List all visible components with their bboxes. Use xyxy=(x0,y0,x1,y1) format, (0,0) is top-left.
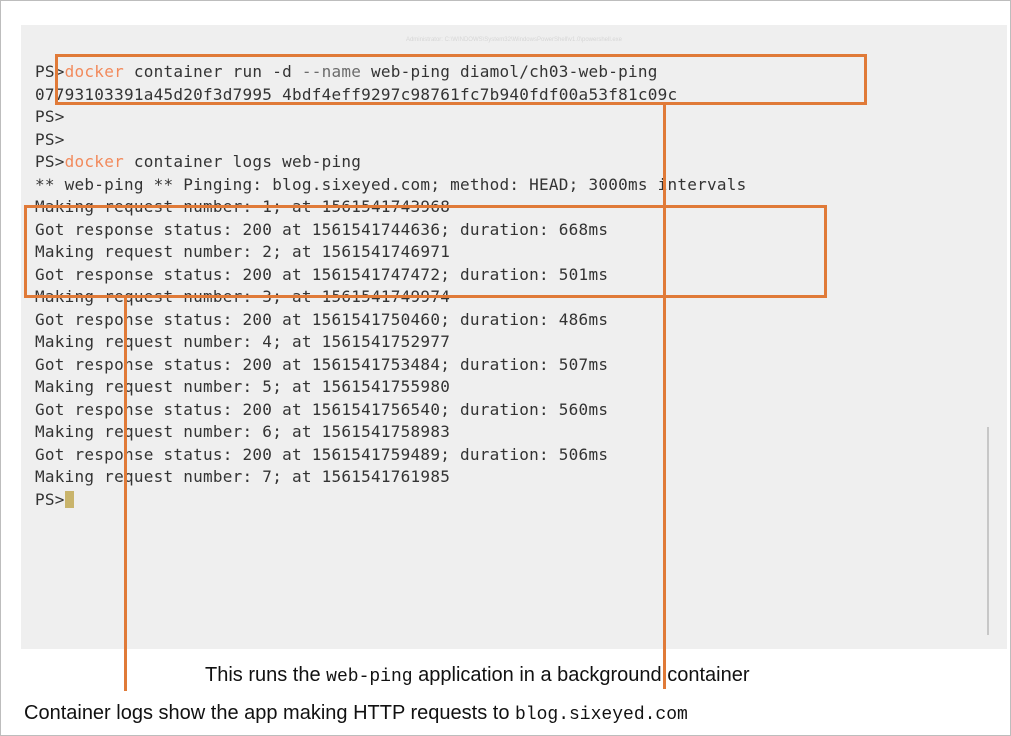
run-note-text-end: application in a background container xyxy=(412,664,750,686)
run-note-text-start: This runs the xyxy=(205,664,327,686)
output-text: Got response status: 200 at 156154175046… xyxy=(35,309,609,329)
output-text: Making request number: 4; at 15615417529… xyxy=(35,332,451,351)
prompt: PS> xyxy=(35,107,65,126)
prompt: PS> xyxy=(35,129,65,149)
terminal-line: PS> xyxy=(35,106,747,129)
terminal-line: Making request number: 7; at 15615417619… xyxy=(35,466,747,489)
run-command-leader-line xyxy=(663,105,666,689)
logs-note-text: Container logs show the app making HTTP … xyxy=(24,702,515,724)
terminal-line: Got response status: 200 at 156154175046… xyxy=(35,309,747,332)
terminal-line: Making request number: 6; at 15615417589… xyxy=(35,421,747,444)
terminal-line: Got response status: 200 at 156154175948… xyxy=(35,444,747,467)
terminal-line: Got response status: 200 at 156154175348… xyxy=(35,354,747,377)
terminal-line: Making request number: 4; at 15615417529… xyxy=(35,331,747,354)
logs-annotation: Container logs show the app making HTTP … xyxy=(24,702,688,725)
terminal-line: ** web-ping ** Pinging: blog.sixeyed.com… xyxy=(35,174,747,197)
logs-note-code: blog.sixeyed.com xyxy=(515,705,688,725)
logs-callout-box xyxy=(24,205,827,298)
output-text: Got response status: 200 at 156154175948… xyxy=(35,444,609,464)
text-cursor xyxy=(64,490,74,508)
terminal-line: Making request number: 5; at 15615417559… xyxy=(35,376,747,399)
terminal-line: PS>docker container logs web-ping xyxy=(35,151,747,174)
terminal-line: Got response status: 200 at 156154175654… xyxy=(35,399,747,422)
window-title: Administrator: C:\WINDOWS\System32\Windo… xyxy=(405,37,623,43)
output-text: Got response status: 200 at 156154175654… xyxy=(35,399,609,419)
figure-frame: Administrator: C:\WINDOWS\System32\Windo… xyxy=(0,0,1011,736)
terminal-line: PS> xyxy=(35,489,747,512)
output-text: Making request number: 6; at 15615417589… xyxy=(35,422,451,441)
run-command-annotation: This runs the web-ping application in a … xyxy=(205,664,750,687)
output-text: Got response status: 200 at 156154175348… xyxy=(35,354,609,374)
output-text: ** web-ping ** Pinging: blog.sixeyed.com… xyxy=(35,174,747,194)
logs-leader-line xyxy=(124,298,127,691)
vertical-scrollbar[interactable] xyxy=(987,427,989,635)
command-args: container logs web-ping xyxy=(123,152,362,171)
prompt: PS> xyxy=(35,152,65,171)
powershell-terminal-window[interactable]: Administrator: C:\WINDOWS\System32\Windo… xyxy=(21,25,1007,649)
terminal-line: PS> xyxy=(35,129,747,152)
run-note-code: web-ping xyxy=(326,667,413,687)
run-command-callout-box xyxy=(55,54,867,105)
output-text: Making request number: 7; at 15615417619… xyxy=(35,467,451,486)
prompt: PS> xyxy=(35,489,65,509)
output-text: Making request number: 5; at 15615417559… xyxy=(35,377,451,396)
command-keyword: docker xyxy=(64,152,124,171)
